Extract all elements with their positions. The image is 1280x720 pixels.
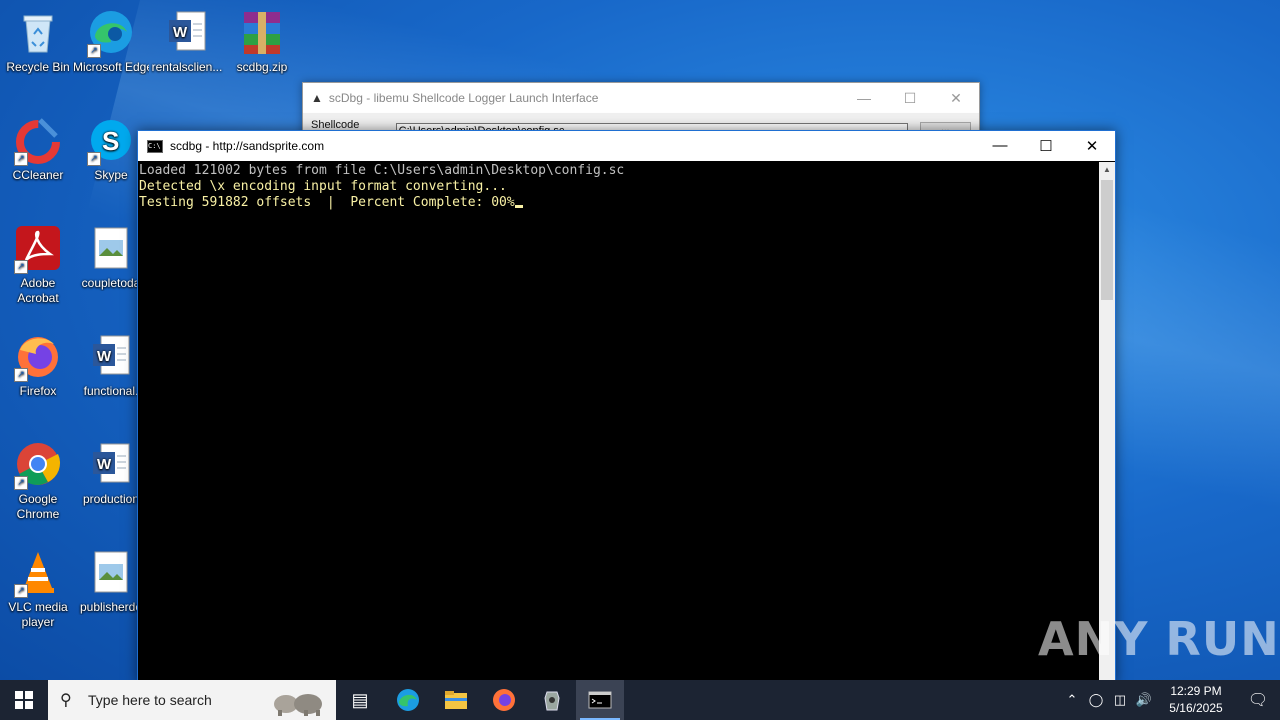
minimize-button[interactable]: — xyxy=(841,90,887,107)
skype-icon: S ↗ xyxy=(87,116,135,166)
cmd-icon: C:\ xyxy=(147,139,163,153)
taskbar-cmd[interactable] xyxy=(576,680,624,720)
notification-center-icon[interactable]: 🗨 xyxy=(1236,690,1280,710)
task-view-button[interactable]: ▤ xyxy=(336,680,384,720)
taskbar-search-box[interactable]: ⚲ Type here to search xyxy=(48,680,336,720)
file-explorer-icon xyxy=(445,691,467,709)
desktop-icon-google-chrome[interactable]: ↗ Google Chrome xyxy=(0,440,76,522)
desktop-icon-recycle-bin[interactable]: Recycle Bin xyxy=(0,8,76,75)
vlc-icon: ↗ xyxy=(14,548,62,598)
close-button[interactable]: ✕ xyxy=(933,90,979,107)
console-title: scdbg - http://sandsprite.com xyxy=(170,139,325,153)
desktop-icon-vlc[interactable]: ↗ VLC media player xyxy=(0,548,76,630)
search-icon: ⚲ xyxy=(60,692,72,709)
system-tray: ⌃ ◯ ◫ 🔊 12:29 PM 5/16/2025 🗨 xyxy=(1060,680,1280,720)
volume-icon[interactable]: 🔊 xyxy=(1132,692,1156,708)
shortcut-arrow-icon: ↗ xyxy=(87,152,101,166)
acrobat-icon: ↗ xyxy=(14,224,62,274)
search-placeholder: Type here to search xyxy=(88,692,212,708)
word-doc-icon: W xyxy=(163,8,211,56)
clock-time: 12:29 PM xyxy=(1170,684,1222,698)
image-file-icon xyxy=(87,224,135,272)
recycle-bin-icon xyxy=(14,8,62,56)
desktop-icon-scdbg-zip[interactable]: scdbg.zip xyxy=(224,8,300,75)
desktop-icon-label: scdbg.zip xyxy=(236,60,288,74)
desktop-icon-firefox[interactable]: ↗ Firefox xyxy=(0,332,76,399)
text-cursor xyxy=(514,205,523,208)
desktop-icon-label: Adobe Acrobat xyxy=(17,276,59,305)
word-doc-icon: W xyxy=(87,440,135,488)
firefox-icon: ↗ xyxy=(14,332,62,382)
maximize-button[interactable]: ☐ xyxy=(887,90,933,107)
desktop-icon-label: Microsoft Edge xyxy=(73,60,149,74)
shortcut-arrow-icon: ↗ xyxy=(87,44,101,58)
edge-icon: ↗ xyxy=(87,8,135,58)
shortcut-arrow-icon: ↗ xyxy=(14,260,28,274)
windows-logo-icon xyxy=(15,691,33,709)
start-button[interactable] xyxy=(0,680,48,720)
taskbar-scdbg[interactable] xyxy=(528,680,576,720)
shortcut-arrow-icon: ↗ xyxy=(14,368,28,382)
taskbar-firefox[interactable] xyxy=(480,680,528,720)
ccleaner-icon: ↗ xyxy=(14,116,62,166)
console-line: Testing 591882 offsets | Percent Complet… xyxy=(139,195,515,210)
minimize-button[interactable]: — xyxy=(977,137,1023,155)
desktop-icon-rentalsclient[interactable]: W rentalsclien... xyxy=(149,8,225,75)
launcher-title-bar[interactable]: ▲ scDbg - libemu Shellcode Logger Launch… xyxy=(303,83,979,113)
console-title-bar[interactable]: C:\ scdbg - http://sandsprite.com — ☐ ✕ xyxy=(138,131,1115,161)
maximize-button[interactable]: ☐ xyxy=(1023,137,1069,155)
edge-icon xyxy=(397,689,419,711)
scdbg-icon: ▲ xyxy=(311,91,323,105)
clock-date: 5/16/2025 xyxy=(1169,701,1223,715)
desktop-icon-label: Google Chrome xyxy=(16,492,60,521)
scdbg-console-window[interactable]: C:\ scdbg - http://sandsprite.com — ☐ ✕ … xyxy=(137,130,1116,684)
image-file-icon xyxy=(87,548,135,596)
launcher-title: scDbg - libemu Shellcode Logger Launch I… xyxy=(328,91,599,105)
winrar-archive-icon xyxy=(238,8,286,56)
desktop-icon-label: rentalsclien... xyxy=(151,60,223,74)
taskbar-edge[interactable] xyxy=(384,680,432,720)
clock[interactable]: 12:29 PM 5/16/2025 xyxy=(1156,683,1236,717)
console-output[interactable]: Loaded 121002 bytes from file C:\Users\a… xyxy=(138,162,1099,683)
chrome-icon: ↗ xyxy=(14,440,62,490)
taskbar: ⚲ Type here to search ▤ ⌃ ◯ ◫ 🔊 12:29 PM… xyxy=(0,680,1280,720)
scrollbar-thumb[interactable] xyxy=(1101,180,1113,300)
scroll-up-icon[interactable]: ▲ xyxy=(1099,162,1115,178)
desktop-icon-label: CCleaner xyxy=(12,168,64,182)
desktop-icon-adobe-acrobat[interactable]: ↗ Adobe Acrobat xyxy=(0,224,76,306)
word-doc-icon: W xyxy=(87,332,135,380)
desktop-icon-label: Firefox xyxy=(19,384,57,398)
desktop-icon-ccleaner[interactable]: ↗ CCleaner xyxy=(0,116,76,183)
desktop-icon-label: VLC media player xyxy=(8,600,68,629)
shortcut-arrow-icon: ↗ xyxy=(14,584,28,598)
shortcut-arrow-icon: ↗ xyxy=(14,152,28,166)
console-line: Loaded 121002 bytes from file C:\Users\a… xyxy=(139,163,625,178)
firefox-icon xyxy=(493,689,515,711)
svg-text:W: W xyxy=(97,348,112,365)
svg-text:W: W xyxy=(173,24,188,41)
close-button[interactable]: ✕ xyxy=(1069,137,1115,155)
shortcut-arrow-icon: ↗ xyxy=(14,476,28,490)
task-view-icon: ▤ xyxy=(351,689,369,710)
desktop-icon-label: Recycle Bin xyxy=(6,60,70,74)
svg-text:S: S xyxy=(102,126,119,156)
taskbar-file-explorer[interactable] xyxy=(432,680,480,720)
network-icon[interactable]: ◫ xyxy=(1108,692,1132,708)
cmd-icon xyxy=(588,691,612,709)
console-scrollbar[interactable]: ▲ xyxy=(1099,162,1115,683)
svg-text:W: W xyxy=(97,456,112,473)
console-line: Detected \x encoding input format conver… xyxy=(139,179,507,194)
chevron-up-icon[interactable]: ⌃ xyxy=(1060,692,1084,708)
camera-icon[interactable]: ◯ xyxy=(1084,692,1108,708)
desktop-icon-edge[interactable]: ↗ Microsoft Edge xyxy=(73,8,149,75)
search-highlight-art-icon xyxy=(274,694,322,716)
scdbg-icon xyxy=(544,691,560,711)
anyrun-watermark: ANY RUN xyxy=(1038,612,1280,666)
